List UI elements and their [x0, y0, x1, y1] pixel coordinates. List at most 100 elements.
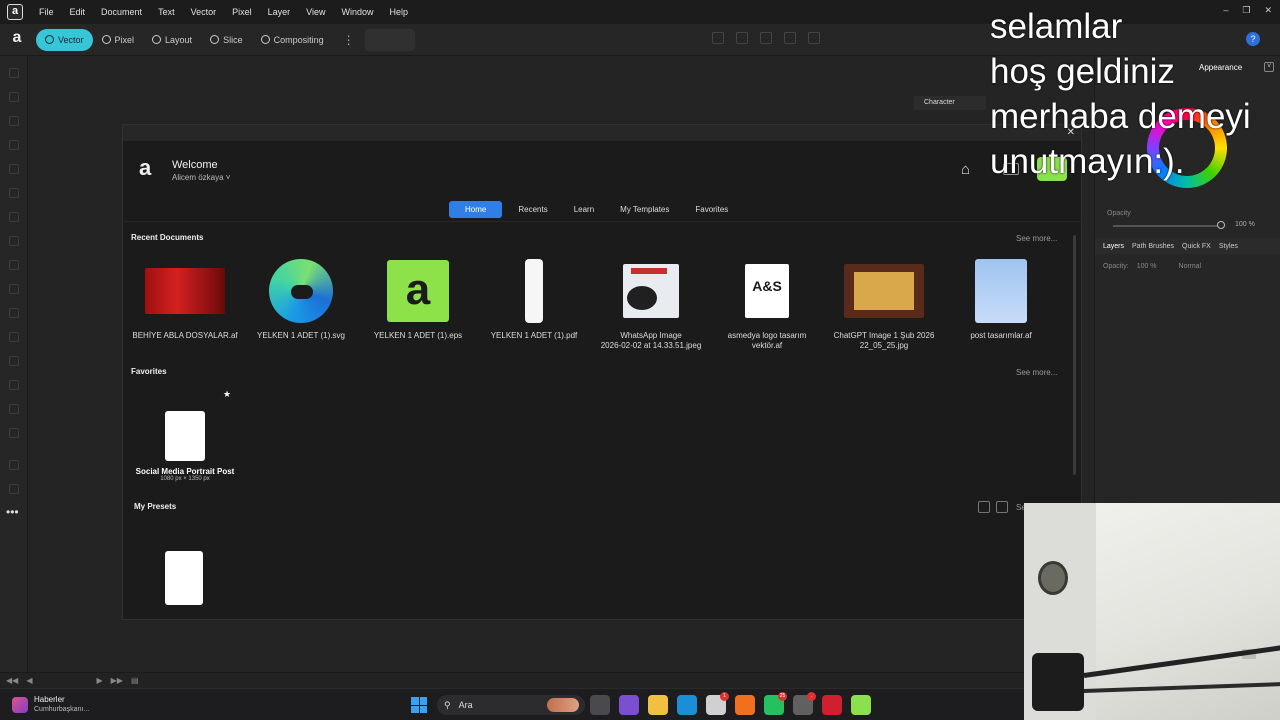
pencil-tool-icon[interactable]: [9, 140, 19, 150]
pen-tool-icon[interactable]: [9, 116, 19, 126]
document-name: asmedya logo tasarım vektör.af: [727, 331, 807, 350]
fill-tool-icon[interactable]: [9, 188, 19, 198]
folder-icon[interactable]: [648, 695, 668, 715]
edge-icon[interactable]: [677, 695, 697, 715]
whatsapp-icon[interactable]: 25: [764, 692, 787, 715]
tab-quick-fx[interactable]: Quick FX: [1182, 243, 1211, 250]
align-icon[interactable]: [712, 32, 724, 44]
pages-icon[interactable]: ▤: [131, 676, 139, 685]
recent-document[interactable]: A&S asmedya logo tasarım vektör.af: [709, 259, 825, 351]
menu-view[interactable]: View: [298, 7, 333, 17]
print-view-icon[interactable]: [996, 501, 1008, 513]
settings-icon[interactable]: .: [793, 692, 816, 715]
more-tools-icon[interactable]: •••: [6, 505, 19, 519]
document-view-icon[interactable]: [978, 501, 990, 513]
tab-learn[interactable]: Learn: [564, 201, 604, 218]
view-tool-icon[interactable]: [9, 484, 19, 494]
next-page-icon[interactable]: ▶: [96, 676, 102, 685]
preset-thumbnail[interactable]: [165, 551, 203, 605]
tab-path-brushes[interactable]: Path Brushes: [1132, 243, 1174, 250]
news-widget-icon[interactable]: [12, 697, 28, 713]
menu-vector[interactable]: Vector: [183, 7, 225, 17]
hand-tool-icon[interactable]: [9, 460, 19, 470]
recent-document[interactable]: post tasarımlar.af: [943, 259, 1059, 341]
user-account-menu[interactable]: Alicem özkaya ˅: [172, 173, 230, 182]
move-tool-icon[interactable]: [9, 68, 19, 78]
transform-icon[interactable]: [808, 32, 820, 44]
document-name: YELKEN 1 ADET (1).eps: [373, 331, 463, 340]
opacity-slider-knob[interactable]: [1217, 221, 1225, 229]
menu-help[interactable]: Help: [382, 7, 417, 17]
snap-icon[interactable]: [760, 32, 772, 44]
recent-document[interactable]: a YELKEN 1 ADET (1).eps: [360, 259, 476, 341]
text-tool-icon[interactable]: [9, 332, 19, 342]
tab-styles[interactable]: Styles: [1219, 243, 1238, 250]
tab-home[interactable]: Home: [449, 201, 503, 218]
menu-document[interactable]: Document: [93, 7, 150, 17]
boolean-icon[interactable]: [784, 32, 796, 44]
recent-see-more-link[interactable]: See more...: [1016, 234, 1057, 243]
zoom-tool-icon[interactable]: [9, 428, 19, 438]
store-icon[interactable]: 1: [706, 692, 729, 715]
opacity-value[interactable]: 100 %: [1235, 221, 1255, 228]
prev-page-icon[interactable]: ◀: [26, 676, 32, 685]
tab-layers[interactable]: Layers: [1103, 243, 1124, 250]
menu-file[interactable]: File: [31, 7, 62, 17]
opacity-slider[interactable]: [1113, 225, 1221, 227]
favorites-see-more-link[interactable]: See more...: [1016, 368, 1057, 377]
frame-text-tool-icon[interactable]: [9, 356, 19, 366]
copilot-icon[interactable]: [619, 695, 639, 715]
arrange-icon[interactable]: [736, 32, 748, 44]
favorites-title: Favorites: [131, 367, 167, 376]
recent-documents-list: BEHİYE ABLA DOSYALAR.af YELKEN 1 ADET (1…: [123, 259, 1083, 359]
tab-my-templates[interactable]: My Templates: [610, 201, 679, 218]
search-highlight-image: [547, 698, 579, 712]
rectangle-tool-icon[interactable]: [9, 284, 19, 294]
menu-text[interactable]: Text: [150, 7, 183, 17]
more-options-icon[interactable]: ⋮: [343, 33, 355, 47]
notification-badge: 1: [720, 692, 729, 701]
document-thumbnail: [261, 259, 341, 323]
tab-favorites[interactable]: Favorites: [685, 201, 738, 218]
affinity-icon[interactable]: [851, 695, 871, 715]
bitdefender-icon[interactable]: [822, 695, 842, 715]
character-panel-tab[interactable]: Character: [914, 96, 986, 110]
brush-tool-icon[interactable]: [9, 164, 19, 174]
windows-start-icon[interactable]: [411, 697, 427, 713]
recent-document[interactable]: WhatsApp Image 2026-02-02 at 14.33.51.jp…: [593, 259, 709, 351]
taskbar-search[interactable]: ⚲ Ara: [437, 695, 585, 715]
news-widget-title[interactable]: Haberler: [34, 695, 65, 704]
file-explorer-icon[interactable]: [590, 695, 610, 715]
first-page-icon[interactable]: ◀◀: [6, 676, 18, 685]
crop-tool-icon[interactable]: [9, 260, 19, 270]
persona-pixel-button[interactable]: Pixel: [93, 29, 144, 51]
ellipse-tool-icon[interactable]: [9, 308, 19, 318]
persona-compositing-button[interactable]: Compositing: [252, 29, 333, 51]
table-tool-icon[interactable]: [9, 380, 19, 390]
menu-pixel[interactable]: Pixel: [224, 7, 260, 17]
recent-document[interactable]: ChatGPT Image 1 Şub 2026 22_05_25.jpg: [826, 259, 942, 351]
gradient-tool-icon[interactable]: [9, 212, 19, 222]
blend-mode-select[interactable]: Normal: [1179, 263, 1202, 270]
transparency-tool-icon[interactable]: [9, 236, 19, 246]
star-icon[interactable]: ★: [223, 389, 231, 400]
dialog-scrollbar[interactable]: [1073, 235, 1076, 475]
firefox-icon[interactable]: [735, 695, 755, 715]
menu-edit[interactable]: Edit: [62, 7, 94, 17]
tab-recents[interactable]: Recents: [508, 201, 557, 218]
eyedropper-tool-icon[interactable]: [9, 404, 19, 414]
last-page-icon[interactable]: ▶▶: [111, 676, 123, 685]
home-icon[interactable]: ⌂: [961, 161, 977, 178]
recent-document[interactable]: YELKEN 1 ADET (1).pdf: [476, 259, 592, 341]
menu-layer[interactable]: Layer: [260, 7, 299, 17]
node-tool-icon[interactable]: [9, 92, 19, 102]
recent-document[interactable]: BEHİYE ABLA DOSYALAR.af: [127, 259, 243, 341]
persona-slice-button[interactable]: Slice: [201, 29, 252, 51]
favorite-preset[interactable]: Social Media Portrait Post 1080 px × 135…: [131, 411, 239, 482]
dialog-titlebar[interactable]: [123, 125, 1081, 141]
persona-layout-button[interactable]: Layout: [143, 29, 201, 51]
layers-opacity-value[interactable]: 100 %: [1137, 263, 1157, 270]
persona-vector-button[interactable]: Vector: [36, 28, 93, 51]
menu-window[interactable]: Window: [333, 7, 381, 17]
recent-document[interactable]: YELKEN 1 ADET (1).svg: [243, 259, 359, 341]
